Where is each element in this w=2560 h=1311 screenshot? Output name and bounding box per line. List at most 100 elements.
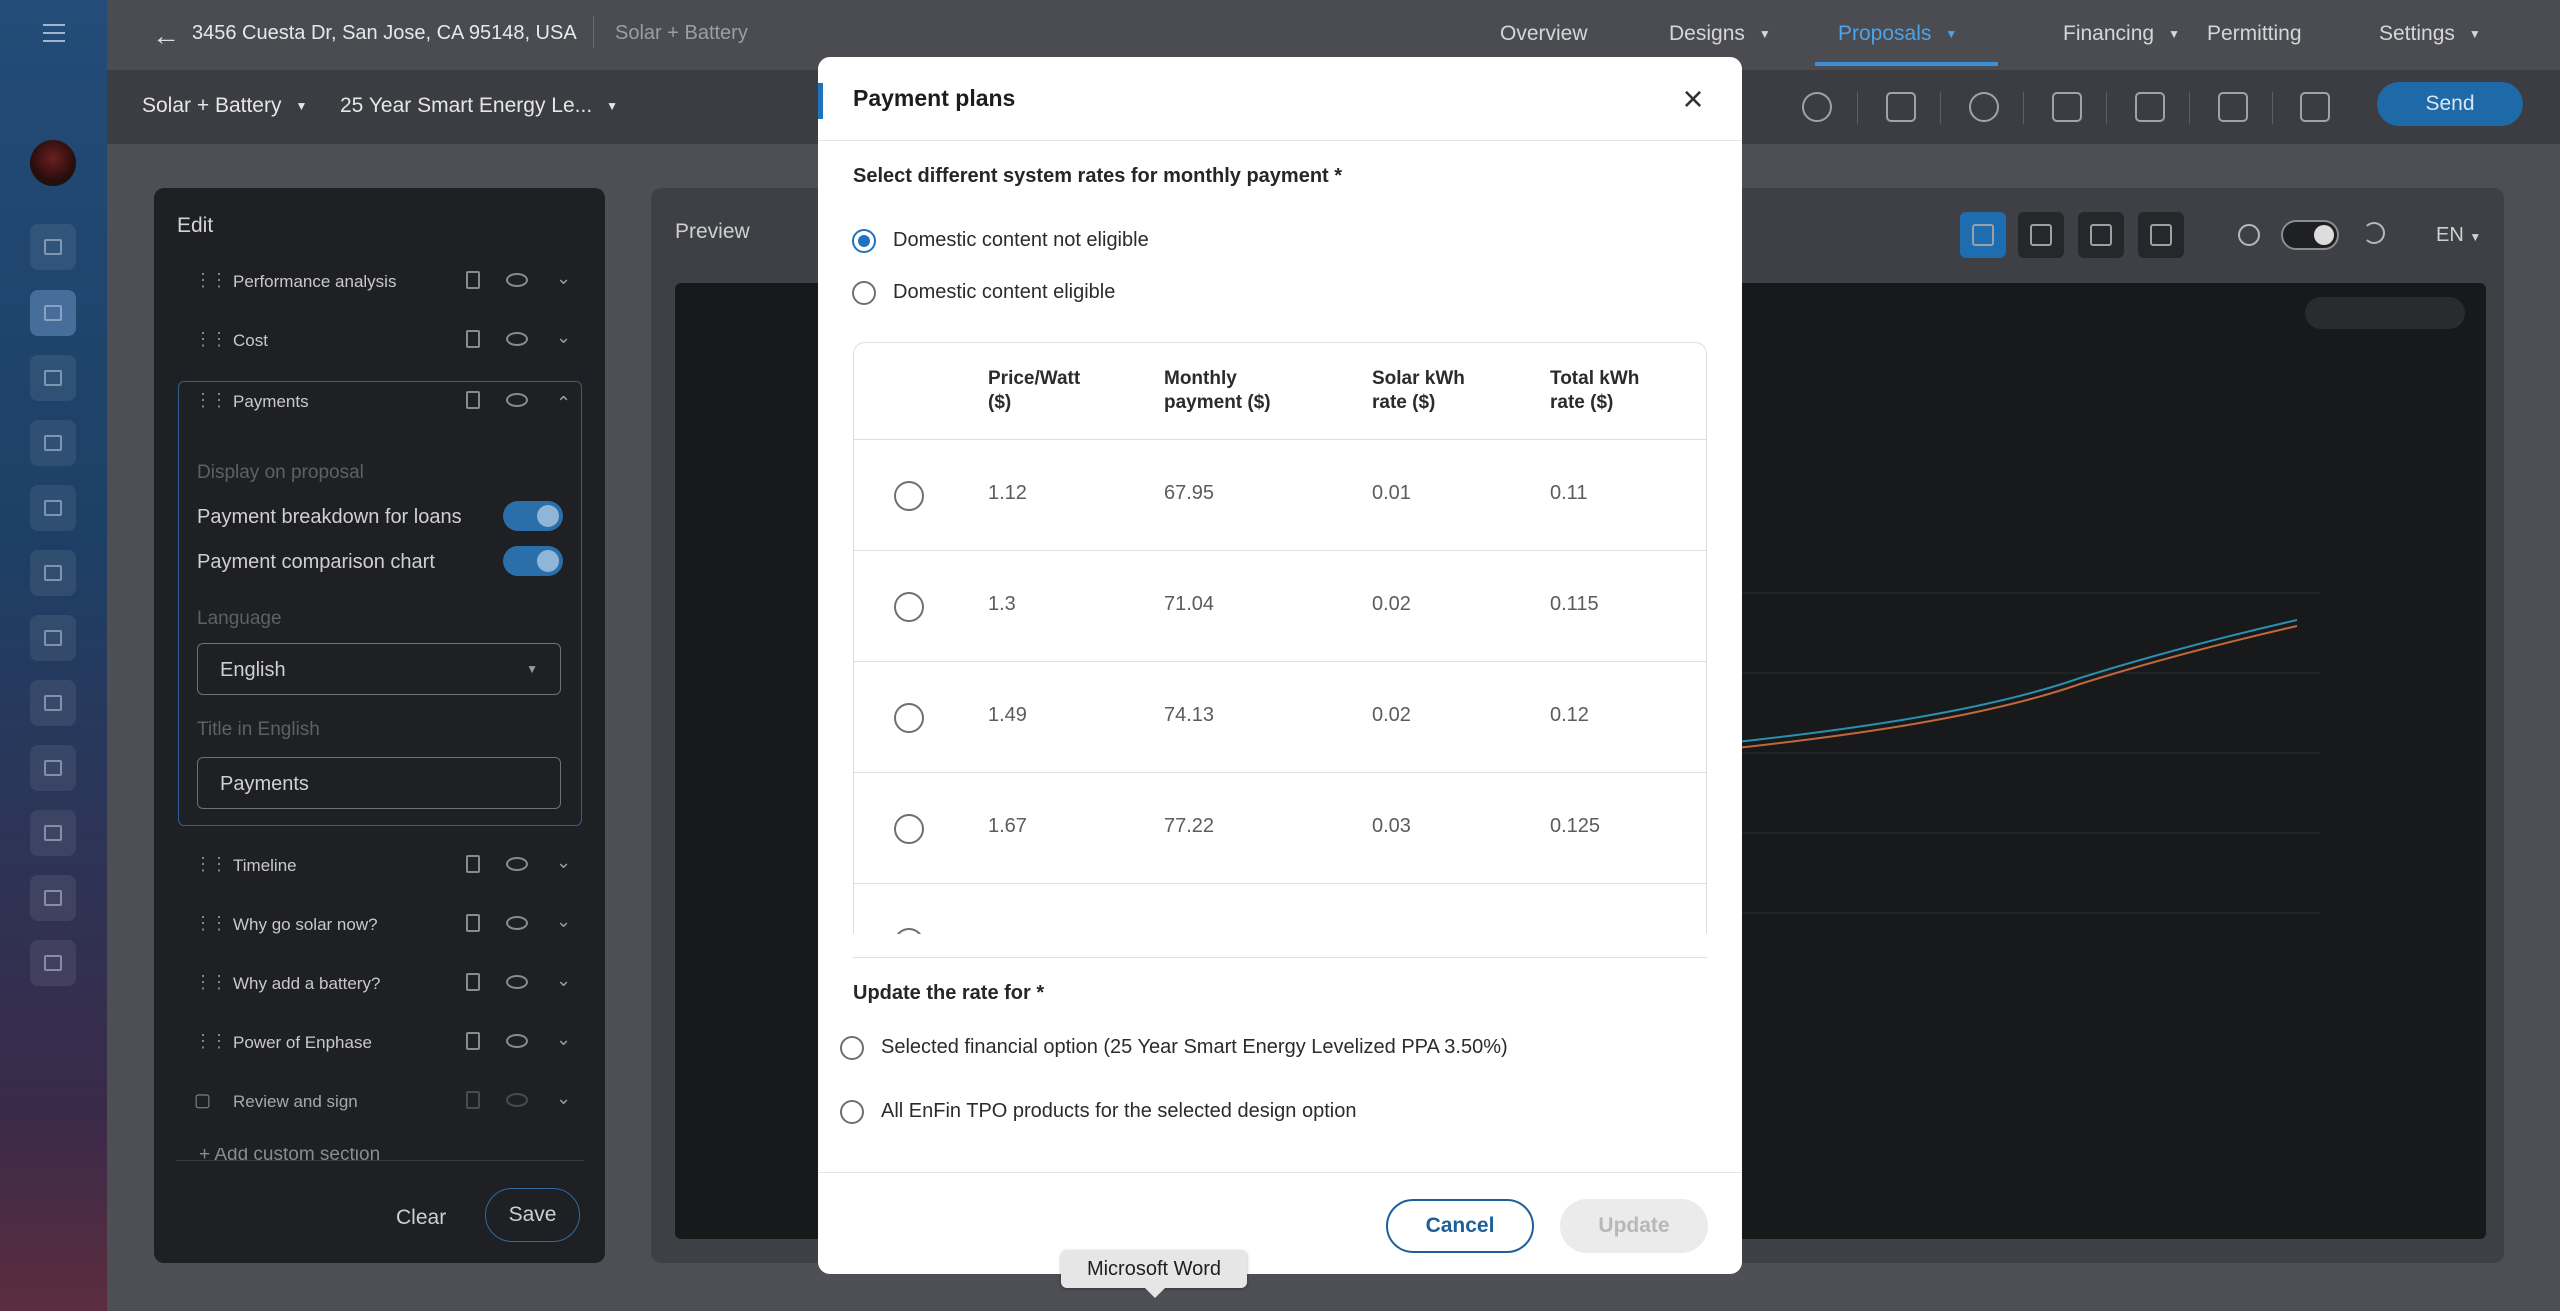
rail-chart-icon[interactable] — [30, 355, 76, 401]
back-arrow-icon[interactable]: ← — [152, 20, 180, 52]
rail-wallet-icon[interactable] — [30, 745, 76, 791]
send-button[interactable]: Send — [2377, 82, 2523, 126]
play-icon[interactable] — [2300, 92, 2330, 122]
chevron-down-icon[interactable]: ⌄ — [556, 327, 571, 348]
row-radio[interactable] — [894, 592, 924, 622]
tab-designs[interactable]: Designs ▼ — [1669, 22, 1771, 46]
chevron-down-icon[interactable]: ⌄ — [556, 970, 571, 991]
section-why-go-solar[interactable]: ⋮⋮ Why go solar now? ⌄ — [176, 899, 584, 949]
eye-icon[interactable] — [506, 975, 528, 989]
document-view-icon[interactable] — [2138, 212, 2184, 258]
rail-folder-icon[interactable] — [30, 680, 76, 726]
rail-calendar-icon[interactable] — [30, 615, 76, 661]
radio-domestic-eligible[interactable] — [852, 281, 876, 305]
drag-handle-icon[interactable]: ⋮⋮ — [194, 329, 228, 350]
chevron-down-icon[interactable]: ⌄ — [556, 268, 571, 289]
design-option-dropdown[interactable]: Solar + Battery ▼ — [142, 94, 307, 118]
rail-trend-icon[interactable] — [30, 810, 76, 856]
payment-comparison-toggle[interactable] — [503, 546, 563, 576]
close-icon[interactable]: × — [1673, 79, 1713, 119]
document-icon[interactable] — [466, 914, 480, 932]
eye-icon[interactable] — [506, 1034, 528, 1048]
desktop-view-icon[interactable] — [1960, 212, 2006, 258]
gear-icon[interactable] — [1969, 92, 1999, 122]
document-icon[interactable] — [466, 973, 480, 991]
rail-list-icon[interactable] — [30, 224, 76, 270]
payment-breakdown-toggle[interactable] — [503, 501, 563, 531]
section-power-of-enphase[interactable]: ⋮⋮ Power of Enphase ⌄ — [176, 1017, 584, 1067]
section-why-add-battery[interactable]: ⋮⋮ Why add a battery? ⌄ — [176, 958, 584, 1008]
eye-icon[interactable] — [506, 332, 528, 346]
clear-button[interactable]: Clear — [396, 1206, 446, 1230]
section-payments[interactable]: ⋮⋮ Payments ⌃ — [176, 376, 584, 426]
table-row[interactable]: 1.49 74.13 0.02 0.12 — [854, 661, 1706, 772]
drag-handle-icon[interactable]: ⋮⋮ — [194, 270, 228, 291]
drag-handle-icon[interactable]: ⋮⋮ — [194, 913, 228, 934]
title-input[interactable]: Payments — [197, 757, 561, 809]
row-radio[interactable] — [894, 703, 924, 733]
document-icon[interactable] — [466, 855, 480, 873]
help-icon[interactable] — [1802, 92, 1832, 122]
add-custom-section-button[interactable]: + Add custom section — [199, 1148, 579, 1160]
rail-users-icon[interactable] — [30, 550, 76, 596]
section-cost[interactable]: ⋮⋮ Cost ⌄ — [176, 315, 584, 365]
radio-selected-financial-option[interactable] — [840, 1036, 864, 1060]
drag-handle-icon[interactable]: ⋮⋮ — [194, 854, 228, 875]
radio-all-enfin-tpo[interactable] — [840, 1100, 864, 1124]
present-icon[interactable] — [1886, 92, 1916, 122]
document-icon[interactable] — [466, 271, 480, 289]
table-row[interactable]: 1.12 67.95 0.01 0.11 — [854, 439, 1706, 550]
document-icon[interactable] — [466, 1032, 480, 1050]
chevron-down-icon[interactable]: ⌄ — [556, 852, 571, 873]
chevron-up-icon[interactable]: ⌃ — [556, 393, 571, 414]
chevron-down-icon: ▼ — [526, 662, 538, 676]
cancel-button[interactable]: Cancel — [1386, 1199, 1534, 1253]
user-avatar[interactable] — [30, 140, 76, 186]
cell-monthly: 71.04 — [1164, 593, 1215, 615]
tab-settings[interactable]: Settings ▼ — [2379, 22, 2481, 46]
rail-briefcase-icon[interactable] — [30, 290, 76, 336]
language-dropdown[interactable]: EN ▼ — [2436, 224, 2481, 247]
drag-handle-icon[interactable]: ⋮⋮ — [194, 390, 228, 411]
row-radio[interactable] — [894, 814, 924, 844]
chevron-down-icon[interactable]: ⌄ — [556, 911, 571, 932]
section-timeline[interactable]: ⋮⋮ Timeline ⌄ — [176, 840, 584, 890]
share-icon[interactable] — [2052, 92, 2082, 122]
rail-table-icon[interactable] — [30, 420, 76, 466]
eye-icon[interactable] — [506, 273, 528, 287]
document-icon[interactable] — [466, 391, 480, 409]
tablet-view-icon[interactable] — [2078, 212, 2124, 258]
row-radio[interactable] — [894, 481, 924, 511]
table-row[interactable]: 1.67 77.22 0.03 0.125 — [854, 772, 1706, 883]
tab-proposals[interactable]: Proposals ▼ — [1838, 22, 1957, 46]
update-button[interactable]: Update — [1560, 1199, 1708, 1253]
section-performance-analysis[interactable]: ⋮⋮ Performance analysis ⌄ — [176, 256, 584, 306]
download-icon[interactable] — [2218, 92, 2248, 122]
language-select[interactable]: English ▼ — [197, 643, 561, 695]
eye-icon[interactable] — [506, 857, 528, 871]
drag-handle-icon[interactable]: ⋮⋮ — [194, 972, 228, 993]
import-icon[interactable] — [2135, 92, 2165, 122]
save-button[interactable]: Save — [485, 1188, 580, 1242]
finance-option-dropdown[interactable]: 25 Year Smart Energy Le... ▼ — [340, 94, 618, 118]
tab-permitting[interactable]: Permitting — [2207, 22, 2302, 46]
chevron-down-icon[interactable]: ⌄ — [556, 1029, 571, 1050]
hamburger-menu-icon[interactable] — [43, 24, 65, 42]
drag-handle-icon[interactable]: ⋮⋮ — [194, 1031, 228, 1052]
rail-bank-icon[interactable] — [30, 875, 76, 921]
rail-logout-icon[interactable] — [30, 940, 76, 986]
tab-overview[interactable]: Overview — [1500, 22, 1588, 46]
rail-building-icon[interactable] — [30, 485, 76, 531]
mobile-view-icon[interactable] — [2018, 212, 2064, 258]
table-row-partial[interactable] — [854, 883, 1706, 934]
chevron-down-icon[interactable]: ⌄ — [556, 1088, 571, 1109]
eye-icon[interactable] — [506, 393, 528, 407]
table-row[interactable]: 1.3 71.04 0.02 0.115 — [854, 550, 1706, 661]
row-radio[interactable] — [894, 928, 924, 934]
document-icon[interactable] — [466, 330, 480, 348]
eye-icon[interactable] — [506, 916, 528, 930]
radio-domestic-not-eligible[interactable] — [852, 229, 876, 253]
theme-toggle[interactable] — [2281, 220, 2339, 250]
tab-financing[interactable]: Financing ▼ — [2063, 22, 2180, 46]
section-review-and-sign[interactable]: ▢ Review and sign ⌄ — [176, 1076, 584, 1126]
